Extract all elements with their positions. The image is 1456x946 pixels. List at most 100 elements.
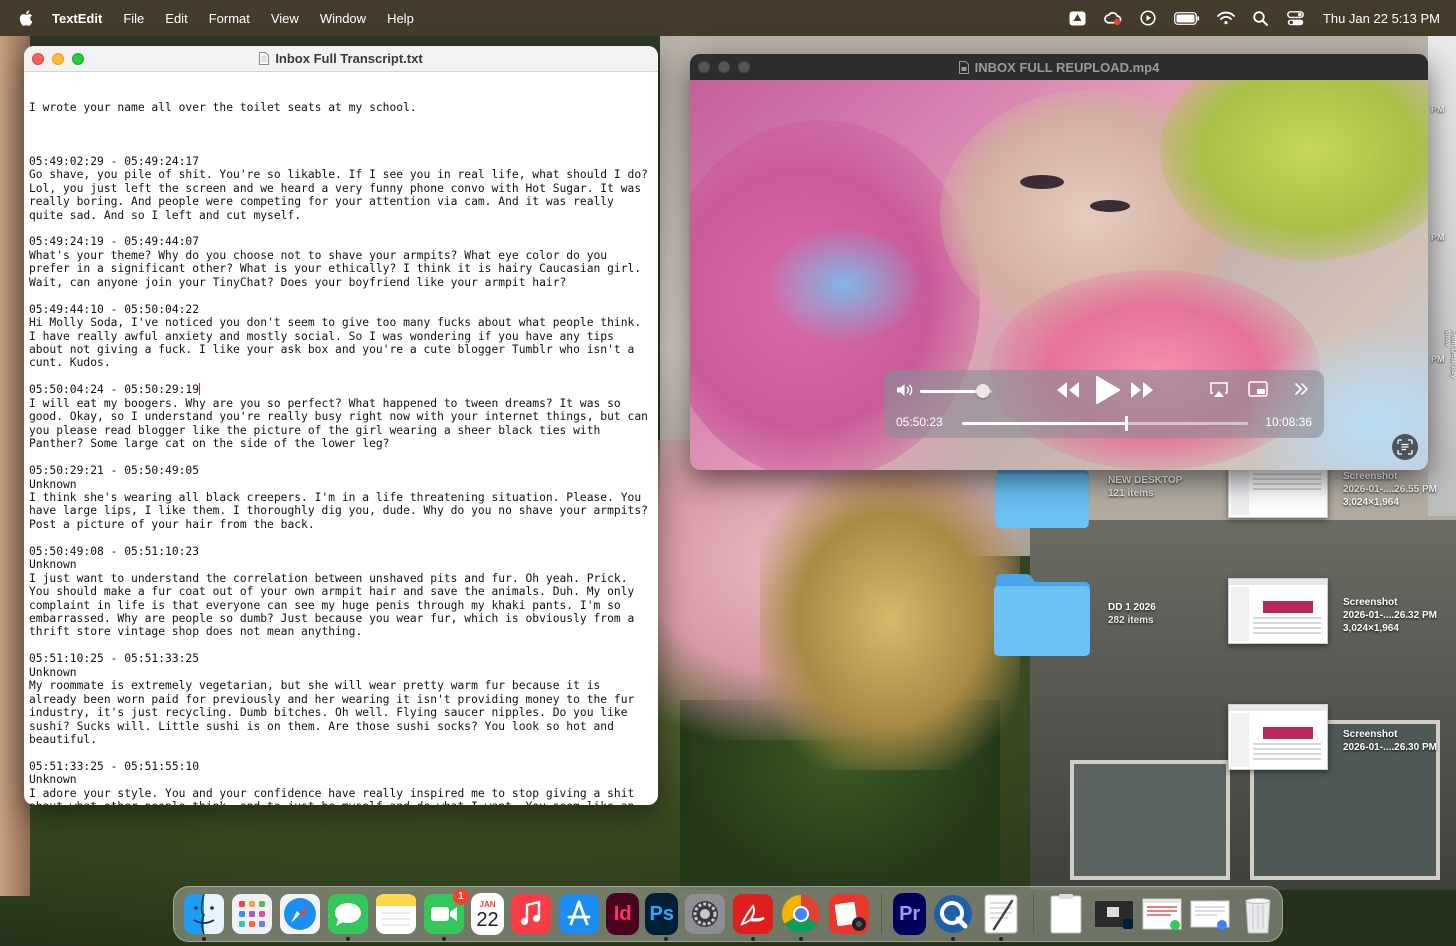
minimize-button[interactable] — [718, 61, 730, 73]
volume-knob[interactable] — [976, 384, 991, 398]
music-icon — [511, 894, 552, 934]
apple-menu-icon[interactable] — [18, 9, 36, 27]
fast-forward-button[interactable] — [1130, 380, 1154, 400]
window-thumbnail-icon — [1190, 900, 1230, 930]
dock-launchpad[interactable] — [231, 893, 273, 935]
menu-file[interactable]: File — [123, 11, 144, 26]
dock-notes[interactable] — [375, 893, 417, 935]
screenshot-name: Screenshot — [1343, 597, 1398, 608]
screenshot-thumbnail[interactable] — [1228, 704, 1328, 770]
playback-scrubber[interactable] — [962, 416, 1248, 431]
screenshot-date: 2026-01-....26.55 PM — [1343, 484, 1437, 495]
menu-window[interactable]: Window — [320, 11, 366, 26]
dock-app-store[interactable] — [558, 893, 600, 935]
dock-chrome[interactable] — [780, 893, 822, 941]
menu-help[interactable]: Help — [387, 11, 414, 26]
app-store-icon — [559, 894, 600, 934]
search-icon[interactable] — [1252, 9, 1270, 27]
rewind-button[interactable] — [1056, 380, 1080, 400]
folder-icon — [994, 574, 1090, 656]
screenshot-name: Screenshot — [1343, 471, 1398, 482]
menu-bar: TextEdit File Edit Format View Window He… — [0, 0, 1456, 36]
dock: 1 JAN 22 Id Ps Pr — [173, 886, 1283, 942]
volume-level — [920, 390, 984, 393]
dock-minimized-window[interactable] — [1141, 893, 1183, 935]
close-button[interactable] — [698, 61, 710, 73]
menu-format[interactable]: Format — [209, 11, 250, 26]
window-thumbnail-icon — [1095, 901, 1133, 929]
battery-icon[interactable] — [1174, 9, 1200, 27]
dock-trash[interactable] — [1237, 893, 1279, 935]
video-frame[interactable]: 05:50:23 10:08:36 — [690, 80, 1428, 470]
timestamp: 05:49:02:29 - 05:49:24:17 — [29, 154, 200, 168]
minimize-button[interactable] — [52, 52, 64, 65]
menu-clock[interactable]: Thu Jan 22 5:13 PM — [1323, 11, 1440, 26]
close-button[interactable] — [32, 52, 44, 65]
dock-photoshop[interactable]: Ps — [645, 893, 679, 941]
menu-view[interactable]: View — [271, 11, 299, 26]
running-indicator — [346, 937, 350, 941]
transcript-text: I will eat my boogers. Why are you so pe… — [29, 396, 655, 451]
zoom-button[interactable] — [72, 52, 84, 65]
live-text-icon — [1397, 439, 1413, 455]
volume-icon[interactable] — [896, 382, 914, 398]
wifi-icon[interactable] — [1217, 9, 1235, 27]
dock-messages[interactable] — [327, 893, 369, 941]
dock-textedit[interactable] — [980, 893, 1022, 941]
dock-facetime[interactable]: 1 — [423, 889, 469, 941]
window-controls — [698, 61, 758, 73]
premiere-logo: Pr — [899, 902, 921, 925]
dock-minimized-window[interactable] — [1189, 893, 1231, 935]
desktop-edge-vertical-text: From Desk Bay snow — [1444, 330, 1456, 379]
transcript-text: I just want to understand the correlatio… — [29, 571, 642, 639]
menu-app-name[interactable]: TextEdit — [52, 11, 102, 26]
notes-icon — [376, 894, 416, 934]
calendar-month: JAN — [479, 899, 496, 909]
creative-cloud-icon[interactable] — [1104, 9, 1122, 27]
timestamp: 05:51:10:25 - 05:51:33:25 — [29, 652, 200, 666]
dock-indesign[interactable]: Id — [606, 893, 640, 935]
screenshot-dimensions: 3,024×1,964 — [1343, 497, 1399, 508]
dock-separator — [881, 894, 883, 934]
dock-document-stack[interactable] — [1045, 893, 1087, 935]
folder-name: NEW DESKTOP — [1108, 475, 1183, 486]
screenshot-date: 2026-01-....26.32 PM — [1343, 610, 1437, 621]
control-center-icon[interactable] — [1287, 9, 1305, 27]
dock-finder[interactable] — [183, 893, 225, 941]
chevron-double-right-icon[interactable] — [1294, 381, 1310, 397]
dock-calendar[interactable]: JAN 22 — [471, 893, 505, 935]
transcript-text-area[interactable]: I wrote your name all over the toilet se… — [24, 72, 658, 805]
picture-in-picture-icon[interactable] — [1248, 381, 1268, 398]
zoom-button[interactable] — [738, 61, 750, 73]
text-cursor — [199, 383, 201, 396]
video-titlebar[interactable]: INBOX FULL REUPLOAD.mp4 — [690, 54, 1428, 80]
acrobat-icon — [733, 894, 774, 934]
airplay-icon[interactable] — [1210, 381, 1228, 399]
dock-premiere[interactable]: Pr — [893, 893, 927, 935]
dock-music[interactable] — [510, 893, 552, 935]
play-circle-icon[interactable] — [1139, 9, 1157, 27]
dock-acrobat[interactable] — [732, 893, 774, 941]
drive-icon[interactable] — [1069, 9, 1087, 27]
screenshot-thumbnail[interactable] — [1228, 578, 1328, 644]
transcript-entry: 05:49:02:29 - 05:49:24:17 Go shave, you p… — [29, 155, 653, 222]
window-title-text: INBOX FULL REUPLOAD.mp4 — [974, 59, 1160, 75]
duration: 10:08:36 — [1265, 415, 1312, 429]
textedit-titlebar[interactable]: Inbox Full Transcript.txt — [24, 46, 658, 72]
live-text-button[interactable] — [1392, 434, 1418, 460]
play-button[interactable] — [1094, 376, 1120, 404]
dock-photo-booth[interactable] — [828, 893, 870, 935]
dock-system-settings[interactable] — [684, 893, 726, 935]
transcript-text: Hi Molly Soda, I've noticed you don't se… — [29, 316, 648, 370]
timestamp: 05:50:29:21 - 05:50:49:05 — [29, 464, 200, 478]
dock-safari[interactable] — [279, 893, 321, 935]
desktop-folder[interactable] — [992, 572, 1092, 656]
transcript-text: My roommate is extremely vegetarian, but… — [29, 679, 642, 747]
dock-quicktime[interactable] — [932, 893, 974, 941]
dock-minimized-window[interactable] — [1093, 893, 1135, 935]
playhead[interactable] — [1125, 416, 1129, 431]
running-indicator — [202, 937, 206, 941]
menu-edit[interactable]: Edit — [165, 11, 187, 26]
textedit-window: Inbox Full Transcript.txt I wrote your n… — [24, 46, 658, 805]
folder-count: 121 items — [1108, 488, 1154, 499]
